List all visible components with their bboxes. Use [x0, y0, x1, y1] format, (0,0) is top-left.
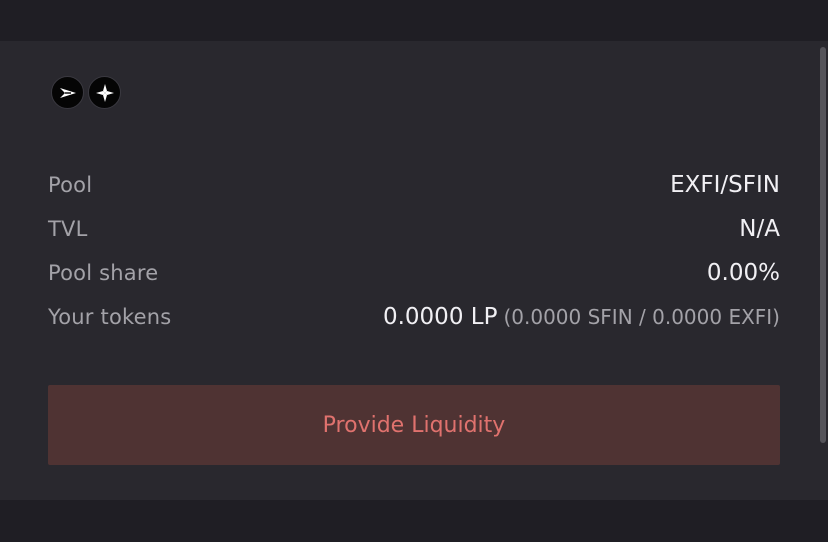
- token-pair-icons: [51, 76, 121, 109]
- scrollbar[interactable]: [820, 47, 826, 443]
- pool-card: Pool EXFI/SFIN TVL N/A Pool share 0.00% …: [0, 41, 828, 500]
- your-tokens-row: Your tokens 0.0000 LP (0.0000 SFIN / 0.00…: [48, 295, 780, 339]
- pool-value: EXFI/SFIN: [670, 172, 780, 198]
- pool-share-row: Pool share 0.00%: [48, 251, 780, 295]
- tvl-value: N/A: [739, 216, 780, 242]
- your-tokens-breakdown: (0.0000 SFIN / 0.0000 EXFI): [503, 305, 780, 329]
- top-band: [0, 0, 828, 41]
- pool-details: Pool EXFI/SFIN TVL N/A Pool share 0.00% …: [48, 163, 780, 339]
- your-tokens-label: Your tokens: [48, 305, 172, 329]
- pool-row: Pool EXFI/SFIN: [48, 163, 780, 207]
- tvl-label: TVL: [48, 217, 88, 241]
- pool-label: Pool: [48, 173, 93, 197]
- scrollbar-thumb[interactable]: [820, 47, 826, 443]
- tvl-row: TVL N/A: [48, 207, 780, 251]
- sfin-token-icon: [88, 76, 121, 109]
- pool-share-label: Pool share: [48, 261, 159, 285]
- your-tokens-value-group: 0.0000 LP (0.0000 SFIN / 0.0000 EXFI): [383, 304, 780, 330]
- provide-liquidity-button[interactable]: Provide Liquidity: [48, 385, 780, 465]
- your-tokens-lp-value: 0.0000 LP: [382, 304, 498, 330]
- exfi-token-icon: [51, 76, 84, 109]
- pool-share-value: 0.00%: [706, 260, 780, 286]
- bottom-band: [0, 500, 828, 542]
